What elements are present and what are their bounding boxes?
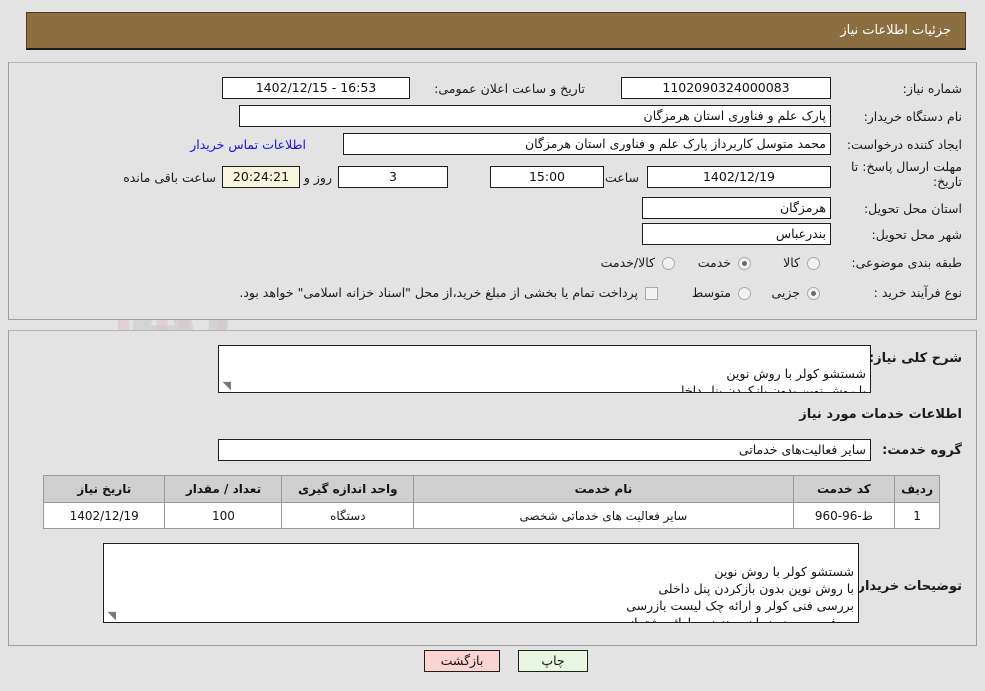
radio-category-kala-label: کالا [783,255,800,270]
table-header-row: ردیف کد خدمت نام خدمت واحد اندازه گیری ت… [42,475,940,503]
th-radif: ردیف [894,475,940,503]
buyer-org-value: پارک علم و فناوری استان هرمزگان [239,105,831,127]
islamic-treasury-checkbox[interactable] [645,287,658,300]
radio-category-khedmat[interactable] [738,257,751,270]
remaining-hours-label: ساعت باقی مانده [123,170,216,185]
general-description-label: شرح کلی نیاز: [868,351,962,366]
buyer-notes-label: توضیحات خریدار: [852,579,962,594]
announce-datetime-label: تاریخ و ساعت اعلان عمومی: [434,81,585,96]
cell-name: سایر فعالیت های خدماتی شخصی [413,502,794,529]
days-label: روز و [303,170,332,185]
cell-radif: 1 [894,502,940,529]
buyer-contact-link[interactable]: اطلاعات تماس خریدار [190,137,306,152]
cell-quantity: 100 [164,502,283,529]
resize-grip-icon[interactable]: ◥ [221,380,231,391]
print-button[interactable]: چاپ [518,650,588,672]
services-panel: شرح کلی نیاز: شستشو کولر با روش نوین با … [8,330,977,646]
page-title: جزئیات اطلاعات نیاز [840,23,951,38]
radio-purchase-jozei-label: جزیی [771,285,800,300]
resize-grip-icon-2[interactable]: ◥ [106,610,116,621]
delivery-province-value: هرمزگان [642,197,831,219]
th-code: کد خدمت [792,475,896,503]
deadline-label: مهلت ارسال پاسخ: تا تاریخ: [851,159,962,189]
general-description-value: شستشو کولر با روش نوین با روش نوین بدون … [670,366,866,393]
countdown-timer: 20:24:21 [222,166,300,188]
delivery-city-label: شهر محل تحویل: [871,227,962,242]
radio-category-kala[interactable] [807,257,820,270]
page-header-bar: جزئیات اطلاعات نیاز [26,12,966,50]
announce-datetime-value: 16:53 - 1402/12/15 [222,77,410,99]
services-heading: اطلاعات خدمات مورد نیاز [799,407,962,422]
deadline-date-value: 1402/12/19 [647,166,831,188]
subject-category-label: طبقه بندی موضوعی: [851,255,962,270]
radio-purchase-motevasset[interactable] [738,287,751,300]
service-group-label: گروه خدمت: [882,443,962,458]
cell-code: ط-96-960 [792,502,896,529]
need-number-value: 1102090324000083 [621,77,831,99]
radio-purchase-motevasset-label: متوسط [691,285,731,300]
creator-label: ایجاد کننده درخواست: [846,137,962,152]
delivery-city-value: بندرعباس [642,223,831,245]
need-number-label: شماره نیاز: [902,81,962,96]
creator-value: محمد متوسل کاربرداز پارک علم و فناوری اس… [343,133,831,155]
delivery-province-label: استان محل تحویل: [863,201,962,216]
back-button[interactable]: بازگشت [424,650,500,672]
buyer-org-label: نام دستگاه خریدار: [863,109,962,124]
hour-label: ساعت [604,170,639,185]
remaining-days-value: 3 [338,166,448,188]
th-unit: واحد اندازه گیری [281,475,415,503]
buyer-notes-textarea[interactable]: شستشو کولر با روش نوین با روش نوین بدون … [103,543,859,623]
need-info-panel: شماره نیاز: 1102090324000083 تاریخ و ساع… [8,62,977,320]
radio-category-kala-khedmat-label: کالا/خدمت [600,255,655,270]
table-row: 1 ط-96-960 سایر فعالیت های خدماتی شخصی د… [42,502,940,529]
th-name: نام خدمت [413,475,794,503]
deadline-time-value: 15:00 [490,166,604,188]
cell-unit: دستگاه [281,502,415,529]
buyer-notes-value: شستشو کولر با روش نوین با روش نوین بدون … [620,564,854,623]
radio-purchase-jozei[interactable] [807,287,820,300]
th-need-date: تاریخ نیاز [42,475,166,503]
radio-category-khedmat-label: خدمت [697,255,731,270]
th-quantity: تعداد / مقدار [164,475,283,503]
islamic-treasury-note: پرداخت تمام یا بخشی از مبلغ خرید،از محل … [239,285,638,300]
general-description-textarea[interactable]: شستشو کولر با روش نوین با روش نوین بدون … [218,345,871,393]
services-table: ردیف کد خدمت نام خدمت واحد اندازه گیری ت… [42,475,940,529]
cell-need-date: 1402/12/19 [42,502,166,529]
radio-category-kala-khedmat[interactable] [662,257,675,270]
service-group-value: سایر فعالیت‌های خدماتی [218,439,871,461]
purchase-type-label: نوع فرآیند خرید : [873,285,962,300]
